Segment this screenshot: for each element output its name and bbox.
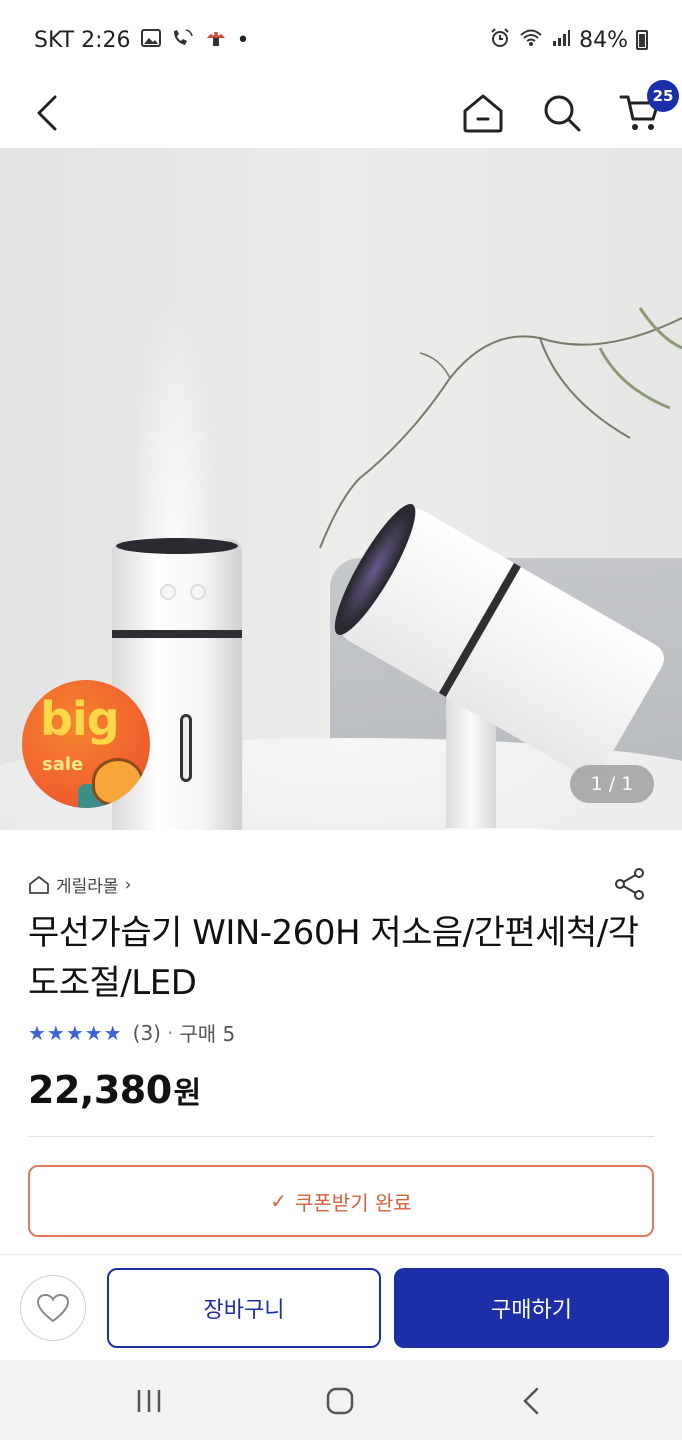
battery-percent: 84%: [579, 27, 628, 53]
humidifier-buttons: [160, 584, 206, 600]
add-to-cart-button[interactable]: 장바구니: [107, 1268, 381, 1348]
home-icon: [463, 94, 503, 133]
search-icon: [544, 95, 581, 132]
sale-badge-small: sale: [42, 754, 84, 775]
carrier-time: SKT 2:26: [34, 27, 131, 53]
status-left: SKT 2:26 •: [34, 28, 250, 53]
recent-apps-button[interactable]: [124, 1376, 174, 1426]
system-back-button[interactable]: [506, 1376, 556, 1426]
price-unit: 원: [173, 1076, 202, 1111]
back-chevron-icon: [523, 1387, 539, 1415]
bottom-action-bar: 장바구니 구매하기: [0, 1254, 682, 1360]
humidifier-band: [112, 630, 242, 638]
recent-apps-icon: [137, 1390, 161, 1412]
rating-separator: ·: [167, 1020, 174, 1045]
home-circle-icon: [326, 1387, 354, 1415]
cart-button[interactable]: 25: [613, 80, 679, 140]
coupon-label: 쿠폰받기 완료: [295, 1190, 412, 1215]
search-button[interactable]: [535, 86, 589, 140]
battery-icon: [636, 30, 648, 50]
image-mist: [130, 298, 220, 538]
image-counter: 1 / 1: [570, 765, 654, 803]
phone-wifi-call-icon: [171, 28, 195, 53]
big-sale-badge: big sale: [22, 680, 150, 808]
heart-icon: [36, 1293, 70, 1323]
store-home-icon: [29, 875, 49, 894]
alarm-icon: [489, 27, 511, 54]
status-right: 84%: [489, 27, 648, 54]
purchase-count: 구매 5: [179, 1022, 236, 1046]
system-nav-bar: [0, 1360, 682, 1440]
share-icon: [615, 868, 644, 900]
tiger-mascot-icon: [92, 758, 144, 806]
store-link[interactable]: 게릴라몰 ›: [28, 872, 131, 897]
image-icon: [140, 28, 161, 52]
coupon-button[interactable]: ✓ 쿠폰받기 완료: [28, 1165, 654, 1237]
divider: [28, 1136, 654, 1137]
wishlist-button[interactable]: [20, 1275, 86, 1341]
share-button[interactable]: [608, 862, 652, 906]
status-bar: SKT 2:26 • 84%: [0, 0, 682, 80]
review-count: (3): [132, 1020, 161, 1045]
check-icon: ✓: [270, 1189, 287, 1213]
system-home-button[interactable]: [315, 1376, 365, 1426]
product-title: 무선가습기 WIN-260H 저소음/간편세척/각도조절/LED: [28, 913, 639, 1003]
buy-now-button[interactable]: 구매하기: [394, 1268, 669, 1348]
humidifier-window: [180, 714, 192, 782]
rating-stars-icon: ★★★★★: [28, 1020, 123, 1045]
sale-badge-big: big: [40, 692, 120, 746]
price-value: 22,380: [28, 1068, 172, 1112]
product-image[interactable]: big sale 1 / 1: [0, 148, 682, 830]
cart-count-badge: 25: [647, 80, 679, 112]
chevron-right-icon: ›: [124, 874, 132, 895]
mushroom-icon: [205, 28, 227, 53]
app-header: 25: [0, 80, 682, 146]
price-row: 22,380 원: [28, 1068, 201, 1112]
back-button[interactable]: [22, 88, 72, 138]
humidifier-tilted-band: [438, 563, 521, 697]
rating-row[interactable]: ★★★★★ (3) · 구매 5: [28, 1018, 235, 1047]
status-dot: •: [236, 27, 250, 53]
store-name: 게릴라몰: [56, 877, 119, 897]
wifi-icon: [519, 28, 543, 53]
humidifier-top: [116, 538, 238, 554]
signal-icon: [551, 29, 571, 52]
back-icon: [37, 95, 57, 131]
home-button[interactable]: [456, 86, 510, 140]
